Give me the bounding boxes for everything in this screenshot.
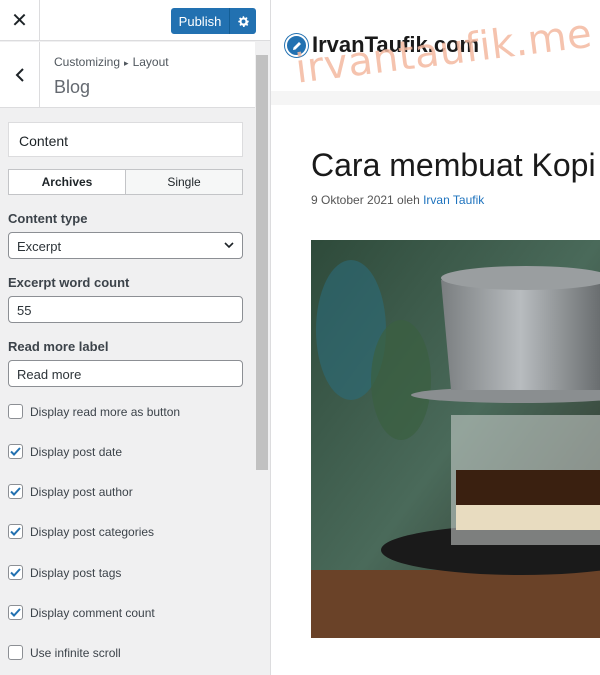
- checkbox-unchecked[interactable]: [8, 404, 23, 419]
- excerpt-count-label: Excerpt word count: [8, 275, 130, 290]
- checkbox-row-post-author[interactable]: Display post author: [8, 484, 133, 499]
- checkbox-label: Display post tags: [30, 565, 122, 580]
- checkbox-row-infinite-scroll[interactable]: Use infinite scroll: [8, 645, 121, 660]
- checkbox-label: Display post categories: [30, 524, 155, 539]
- read-more-label-label: Read more label: [8, 339, 109, 354]
- customizer-sidebar: ✕ Publish Customizing ▸ Layout Blog Conten…: [0, 0, 271, 675]
- content-section-card: Content: [8, 122, 243, 157]
- breadcrumb-root: Customizing: [54, 55, 121, 69]
- gear-icon: [237, 15, 249, 27]
- chevron-down-icon: [224, 242, 234, 249]
- checkbox-label: Use infinite scroll: [30, 645, 121, 660]
- back-button[interactable]: [0, 42, 40, 108]
- checkbox-checked[interactable]: [8, 484, 23, 499]
- breadcrumb-parent: Layout: [132, 55, 169, 69]
- checkbox-row-post-tags[interactable]: Display post tags: [8, 565, 121, 580]
- close-customizer-button[interactable]: ✕: [0, 0, 40, 41]
- breadcrumb-separator: ▸: [124, 58, 129, 68]
- publish-settings-button[interactable]: [229, 8, 256, 34]
- checkbox-label: Display read more as button: [30, 404, 181, 419]
- content-type-label: Content type: [8, 211, 88, 226]
- checkmark-icon: [10, 568, 21, 577]
- checkbox-checked[interactable]: [8, 605, 23, 620]
- checkbox-label: Display post date: [30, 444, 123, 459]
- chevron-left-icon: [15, 68, 24, 82]
- close-icon: ✕: [11, 10, 28, 32]
- content-type-value: Excerpt: [17, 239, 62, 254]
- checkmark-icon: [10, 608, 21, 617]
- section-header: Customizing ▸ Layout Blog: [0, 42, 255, 108]
- tab-archives[interactable]: Archives: [9, 170, 126, 194]
- checkbox-label: Display comment count: [30, 605, 155, 620]
- tab-single[interactable]: Single: [126, 170, 242, 194]
- checkbox-unchecked[interactable]: [8, 645, 23, 660]
- publish-button-group: Publish: [171, 8, 256, 34]
- breadcrumb: Customizing ▸ Layout: [54, 55, 169, 69]
- customizer-topbar: ✕ Publish: [0, 0, 270, 41]
- coffee-photo-icon: [311, 240, 600, 638]
- archive-single-tabs: Archives Single: [8, 169, 243, 195]
- checkbox-checked[interactable]: [8, 524, 23, 539]
- post-meta: 9 Oktober 2021 oleh Irvan Taufik: [311, 193, 484, 207]
- checkbox-checked[interactable]: [8, 565, 23, 580]
- read-more-label-input[interactable]: Read more: [8, 360, 243, 387]
- post-date: 9 Oktober 2021 oleh: [311, 193, 420, 207]
- checkbox-label: Display post author: [30, 484, 133, 499]
- post-author-link[interactable]: Irvan Taufik: [423, 193, 484, 207]
- checkbox-row-read-more-button[interactable]: Display read more as button: [8, 404, 180, 419]
- checkmark-icon: [10, 527, 21, 536]
- header-divider-band: [271, 91, 600, 105]
- post-title[interactable]: Cara membuat Kopi: [311, 147, 596, 184]
- section-title: Blog: [54, 77, 91, 97]
- publish-button[interactable]: Publish: [171, 14, 229, 29]
- checkbox-row-comment-count[interactable]: Display comment count: [8, 605, 155, 620]
- checkbox-row-post-date[interactable]: Display post date: [8, 444, 122, 459]
- site-preview: IrvanTaufik.com irvantaufik.me Cara memb…: [271, 0, 600, 675]
- post-featured-image[interactable]: [311, 240, 600, 638]
- sidebar-scrollbar[interactable]: [256, 55, 268, 470]
- checkbox-checked[interactable]: [8, 444, 23, 459]
- checkmark-icon: [10, 447, 21, 456]
- checkbox-row-post-categories[interactable]: Display post categories: [8, 524, 154, 539]
- excerpt-count-input[interactable]: 55: [8, 296, 243, 323]
- content-type-select[interactable]: Excerpt: [8, 232, 243, 259]
- checkmark-icon: [10, 487, 21, 496]
